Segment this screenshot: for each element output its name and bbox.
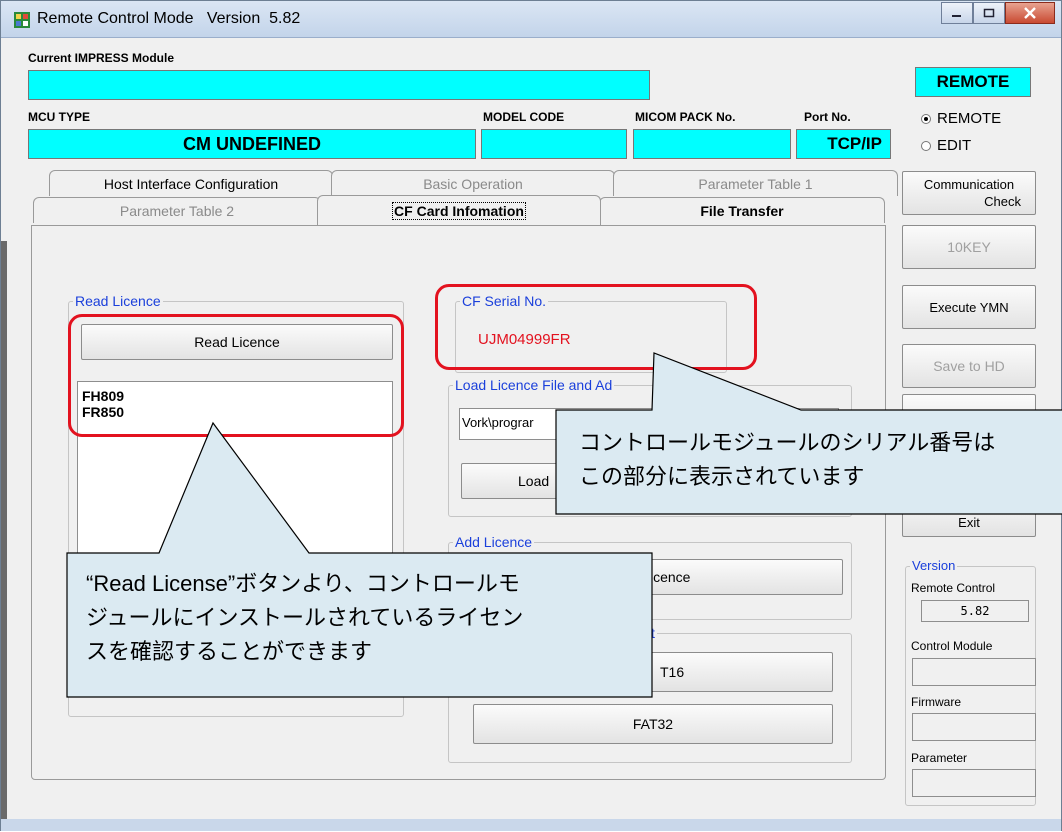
tab-cf-card-information[interactable]: CF Card Infomation (317, 195, 601, 225)
licence-callout-text: “Read License”ボタンより、コントロールモ ジュールにインストールさ… (86, 571, 524, 664)
remote-control-window: Remote Control Mode Version 5.82 Current… (0, 0, 1062, 831)
serial-callout-text: コントロールモジュールのシリアル番号は この部分に表示されています (579, 430, 996, 489)
callout-shapes (66, 352, 1062, 698)
